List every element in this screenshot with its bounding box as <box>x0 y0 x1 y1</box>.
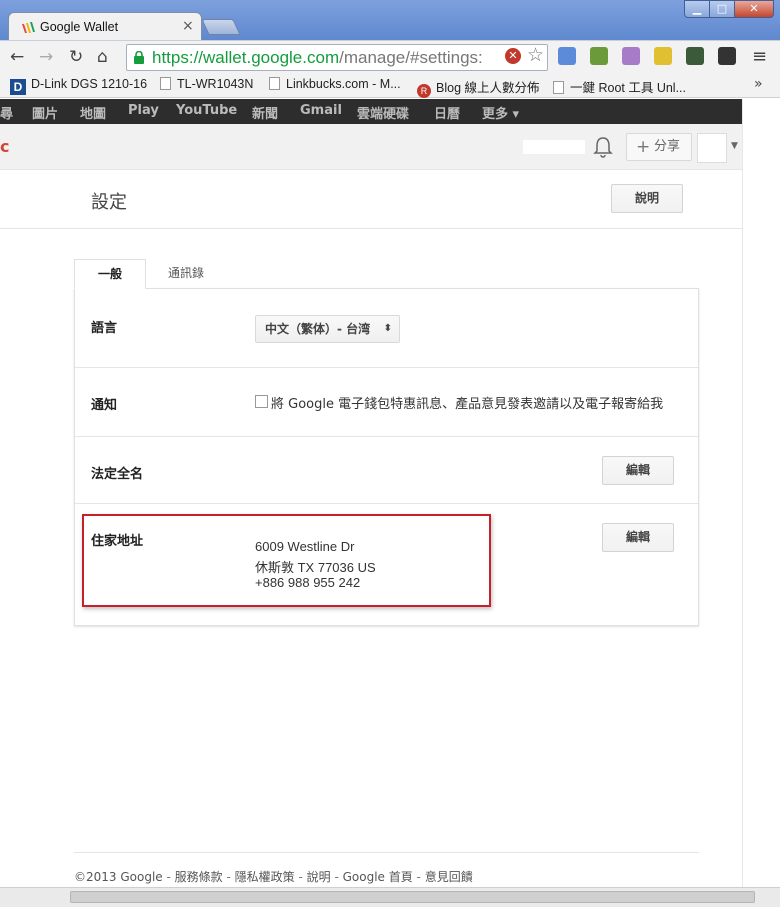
gbar-item-play[interactable]: Play <box>128 103 159 118</box>
divider <box>75 367 698 368</box>
tab-general[interactable]: 一般 <box>74 259 146 289</box>
maximize-icon[interactable]: □ <box>709 0 735 18</box>
bookmark-item[interactable]: Linkbucks.com - M... <box>269 77 401 91</box>
divider <box>75 436 698 437</box>
new-tab-button[interactable] <box>201 19 241 35</box>
ipa-extension-icon[interactable] <box>558 47 576 65</box>
bookmarks-overflow-icon[interactable]: » <box>754 76 763 92</box>
gbar-item-news[interactable]: 新聞 <box>252 103 278 122</box>
gbar-item-search[interactable]: 尋 <box>0 103 13 122</box>
settings-card: 語言 中文（繁体）- 台湾 ⬍ 通知 將 Google 電子錢包特惠訊息、產品意… <box>74 288 699 626</box>
gbar-item-calendar[interactable]: 日曆 <box>434 103 460 122</box>
plus-icon: + <box>636 137 651 157</box>
phone-extension-icon[interactable] <box>654 47 672 65</box>
avatar[interactable] <box>697 133 727 163</box>
caret-down-icon[interactable]: ▼ <box>731 141 738 151</box>
address-bar[interactable]: https://wallet.google.com/manage/#settin… <box>126 44 548 71</box>
edit-home-address-button[interactable]: 編輯 <box>602 523 674 552</box>
footer-link-privacy[interactable]: 隱私權政策 <box>235 870 295 884</box>
share-button[interactable]: + 分享 <box>626 133 692 161</box>
extension-icon[interactable] <box>590 47 608 65</box>
browser-titlebar: Google Wallet × ▁ □ ✕ <box>0 0 780 42</box>
url-path: /manage/#settings: <box>339 48 483 67</box>
google-bar: 尋 圖片 地圖 Play YouTube 新聞 Gmail 雲端硬碟 日曆 更多… <box>0 99 742 124</box>
content-edge <box>742 99 743 887</box>
gbar-item-gmail[interactable]: Gmail <box>300 103 342 118</box>
bookmark-item[interactable]: D D-Link DGS 1210-16 <box>10 77 147 95</box>
edit-legal-name-button[interactable]: 編輯 <box>602 456 674 485</box>
minimize-icon[interactable]: ▁ <box>684 0 710 18</box>
user-name-field <box>523 140 585 154</box>
bookmark-item[interactable]: TL-WR1043N <box>160 77 253 91</box>
language-value: 中文（繁体）- 台湾 <box>265 322 371 336</box>
bookmarks-bar: D D-Link DGS 1210-16 TL-WR1043N Linkbucks… <box>0 74 780 98</box>
window-close-icon[interactable]: ✕ <box>734 0 774 18</box>
divider <box>74 852 699 853</box>
horizontal-scrollbar[interactable] <box>0 887 780 907</box>
footer-copyright: ©2013 Google <box>74 870 163 884</box>
tab-title: Google Wallet <box>40 20 119 34</box>
back-arrow-icon[interactable]: ← <box>10 47 24 67</box>
gbar-item-youtube[interactable]: YouTube <box>176 103 237 118</box>
lock-icon <box>134 51 144 64</box>
tab-contacts[interactable]: 通訊錄 <box>146 259 226 288</box>
forward-arrow-icon[interactable]: → <box>39 47 53 67</box>
url-secure: https://wallet.google.com <box>152 48 340 67</box>
notification-text: 將 Google 電子錢包特惠訊息、產品意見發表邀請以及電子報寄給我 <box>271 397 664 412</box>
language-select[interactable]: 中文（繁体）- 台湾 ⬍ <box>255 315 400 343</box>
notification-checkbox[interactable] <box>255 395 268 408</box>
puzzle-extension-icon[interactable] <box>686 47 704 65</box>
address-phone: +886 988 955 242 <box>255 575 361 590</box>
page-title: 設定 <box>91 192 127 213</box>
bookmark-star-icon[interactable]: ☆ <box>527 44 544 66</box>
google-header: c + 分享 ▼ <box>0 124 742 170</box>
notification-bell-icon[interactable] <box>592 135 614 159</box>
blog-icon: R <box>417 84 431 98</box>
language-label: 語言 <box>91 321 118 336</box>
footer: ©2013 Google - 服務條款 - 隱私權政策 - 說明 - Googl… <box>74 870 473 884</box>
share-label: 分享 <box>654 139 681 154</box>
footer-link-terms[interactable]: 服務條款 <box>175 870 223 884</box>
gbar-item-maps[interactable]: 地圖 <box>80 103 106 122</box>
bookmark-item[interactable]: 一鍵 Root 工具 Unl... <box>553 77 686 96</box>
address-street: 6009 Westline Dr <box>255 539 355 554</box>
footer-link-google-home[interactable]: Google 首頁 <box>343 870 413 884</box>
footer-link-feedback[interactable]: 意見回饋 <box>425 870 473 884</box>
help-button[interactable]: 說明 <box>611 184 683 213</box>
page-icon <box>269 77 280 90</box>
adblock-icon[interactable]: ✕ <box>505 48 521 64</box>
bookmark-item[interactable]: R Blog 線上人數分佈 <box>417 77 540 98</box>
page-icon <box>160 77 171 90</box>
select-arrows-icon: ⬍ <box>383 323 392 334</box>
home-icon[interactable]: ⌂ <box>97 47 108 67</box>
legal-name-label: 法定全名 <box>91 467 144 482</box>
gbar-item-more[interactable]: 更多 ▾ <box>482 103 519 122</box>
divider <box>75 503 698 504</box>
gbar-item-drive[interactable]: 雲端硬碟 <box>357 103 409 122</box>
address-city: 休斯敦 TX 77036 US <box>255 560 376 575</box>
notification-label: 通知 <box>91 398 118 413</box>
scrollbar-thumb[interactable] <box>70 891 755 903</box>
page-icon <box>553 81 564 94</box>
wallet-favicon-icon <box>22 22 35 33</box>
browser-tab[interactable]: Google Wallet × <box>8 12 202 42</box>
url-text: https://wallet.google.com/manage/#settin… <box>152 48 483 68</box>
divider <box>0 228 742 229</box>
home-address-label: 住家地址 <box>91 534 144 549</box>
dislike-extension-icon[interactable] <box>622 47 640 65</box>
gbar-item-images[interactable]: 圖片 <box>32 103 58 122</box>
footer-link-help[interactable]: 說明 <box>307 870 331 884</box>
google-logo[interactable]: c <box>0 137 9 156</box>
tab-close-icon[interactable]: × <box>182 18 194 34</box>
chrome-menu-icon[interactable]: ≡ <box>752 46 767 67</box>
dlink-icon: D <box>10 79 26 95</box>
feedly-extension-icon[interactable] <box>718 47 736 65</box>
reload-icon[interactable]: ↻ <box>69 47 83 67</box>
